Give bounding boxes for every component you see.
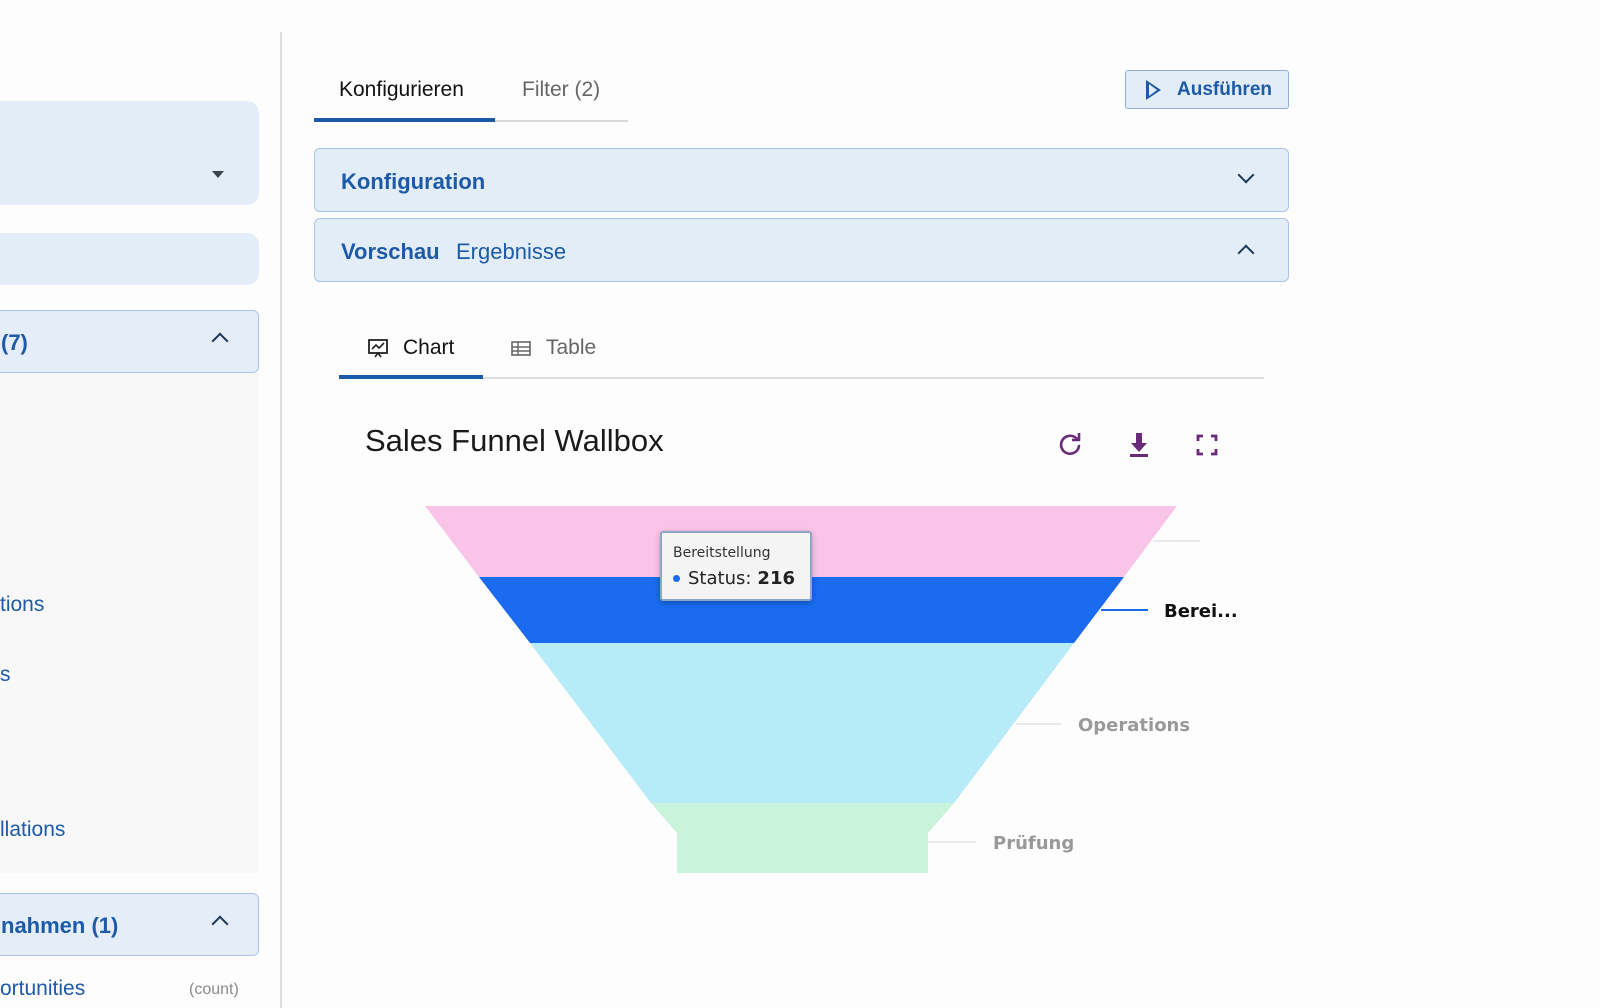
- table-icon: [511, 341, 531, 356]
- sidebar-accordion-title: nahmen (1): [1, 913, 119, 938]
- refresh-icon[interactable]: [1055, 430, 1085, 460]
- tab-configure[interactable]: Konfigurieren: [339, 78, 464, 102]
- accordion-subtitle: Ergebnisse: [456, 239, 567, 264]
- funnel-stage-label: Berei...: [1164, 601, 1238, 622]
- main-tabs: Konfigurieren Filter (2): [314, 66, 628, 122]
- run-button[interactable]: Ausführen: [1125, 70, 1289, 109]
- sidebar-divider: [280, 32, 282, 1008]
- accordion-title: Konfiguration: [341, 169, 486, 194]
- sidebar-input[interactable]: [0, 233, 259, 285]
- view-tabs: Chart Table: [339, 320, 1264, 379]
- tab-chart-label: Chart: [403, 336, 455, 359]
- chart-tooltip: Bereitstellung Status: 216: [660, 531, 812, 601]
- caret-down-icon: [212, 171, 224, 178]
- download-icon[interactable]: [1124, 430, 1154, 460]
- sidebar-accordion-title: (7): [1, 330, 28, 355]
- sidebar: (7) tions s llations nahmen (1) ortuniti…: [0, 0, 282, 1008]
- funnel-segment[interactable]: [530, 643, 1074, 803]
- series-dot-icon: [673, 575, 680, 582]
- active-tab-indicator: [314, 118, 495, 122]
- sidebar-accordion-measures[interactable]: nahmen (1): [0, 893, 259, 956]
- tooltip-value: 216: [757, 568, 795, 589]
- sidebar-link[interactable]: llations: [0, 818, 65, 842]
- sidebar-link[interactable]: tions: [0, 593, 44, 617]
- tooltip-row: Status: 216: [673, 568, 795, 589]
- fullscreen-icon[interactable]: [1192, 430, 1222, 460]
- funnel-segment[interactable]: [651, 803, 954, 873]
- tab-filter[interactable]: Filter (2): [522, 78, 600, 102]
- tab-table-label: Table: [546, 336, 597, 359]
- funnel-stage-label: Operations: [1078, 715, 1190, 736]
- chart-icon: [368, 339, 388, 358]
- chevron-down-icon: [1237, 166, 1255, 184]
- tab-table[interactable]: Table: [510, 336, 596, 360]
- run-button-label: Ausführen: [1177, 78, 1272, 100]
- sidebar-accordion-group[interactable]: (7): [0, 310, 259, 373]
- sidebar-link[interactable]: s: [0, 663, 11, 687]
- measure-aggregation-label: (count): [189, 981, 239, 998]
- configuration-accordion[interactable]: Konfiguration: [314, 148, 1289, 212]
- tooltip-label: Status:: [688, 568, 752, 589]
- chevron-up-icon: [211, 915, 229, 933]
- sidebar-link[interactable]: ortunities: [0, 977, 85, 1001]
- funnel-stage-label: Prüfung: [993, 833, 1074, 854]
- chevron-up-icon: [211, 332, 229, 350]
- active-tab-indicator: [339, 375, 483, 379]
- sidebar-select[interactable]: [0, 101, 259, 205]
- preview-accordion[interactable]: Vorschau Ergebnisse: [314, 218, 1289, 282]
- tab-chart[interactable]: Chart: [367, 336, 454, 360]
- accordion-title: Vorschau: [341, 239, 440, 264]
- chart-title: Sales Funnel Wallbox: [365, 423, 664, 458]
- chevron-up-icon: [1237, 244, 1255, 262]
- sidebar-accordion-panel: [0, 373, 259, 873]
- tooltip-title: Bereitstellung: [673, 545, 771, 561]
- play-icon: [1146, 79, 1161, 100]
